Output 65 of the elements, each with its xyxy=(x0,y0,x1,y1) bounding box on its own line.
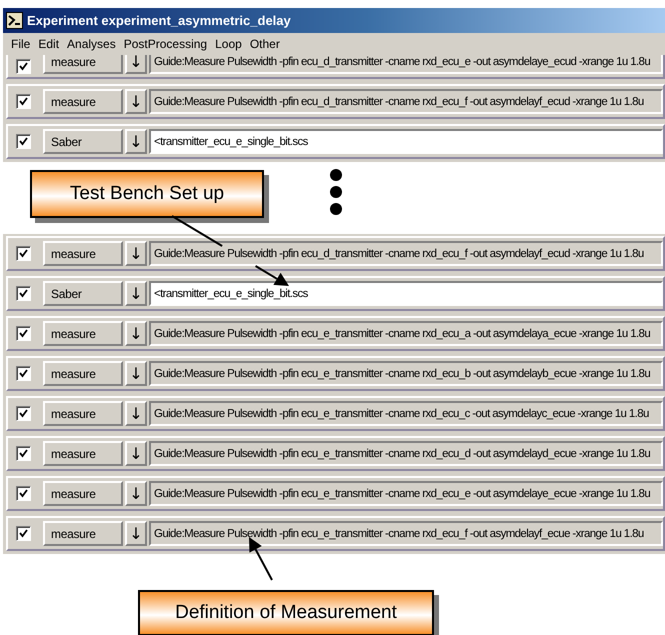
window-title: Experiment experiment_asymmetric_delay xyxy=(27,13,291,28)
tool-button[interactable]: measure xyxy=(43,441,123,466)
arrow-button[interactable]: ↓ xyxy=(125,55,147,74)
tool-button[interactable]: measure xyxy=(43,521,123,546)
tool-button[interactable]: Saber xyxy=(43,281,123,306)
check-icon xyxy=(19,369,28,378)
arrow-button[interactable]: ↓ xyxy=(125,129,147,154)
arrow-button[interactable]: ↓ xyxy=(125,89,147,114)
tool-button[interactable]: measure xyxy=(43,89,123,114)
check-icon xyxy=(19,97,28,106)
command-field[interactable]: Guide:Measure Pulsewidth -pfin ecu_e_transmitter -cname rxd_ecu_d -out asymdelayd_ecue -xrange 1u 1.8u xyxy=(149,441,663,466)
command-field[interactable]: Guide:Measure Pulsewidth -pfin ecu_e_transmitter -cname rxd_ecu_e -out asymdelaye_ecue -xrange 1u 1.8u xyxy=(149,481,663,506)
tool-button[interactable]: measure xyxy=(43,241,123,266)
command-field[interactable]: Guide:Measure Pulsewidth -pfin ecu_d_transmitter -cname rxd_ecu_f -out asymdelayf_ecud -xrange 1u 1.8u xyxy=(149,241,663,266)
arrow-button[interactable]: ↓ xyxy=(125,281,147,306)
check-icon xyxy=(19,137,28,146)
checkbox[interactable] xyxy=(16,94,31,109)
command-field[interactable]: Guide:Measure Pulsewidth -pfin ecu_e_transmitter -cname rxd_ecu_f -out asymdelayf_ecue -xrange 1u 1.8u xyxy=(149,521,663,546)
command-field[interactable]: Guide:Measure Pulsewidth -pfin ecu_d_transmitter -cname rxd_ecu_e -out asymdelaye_ecud -xrange 1u 1.8u xyxy=(149,55,663,74)
checkbox[interactable] xyxy=(16,59,31,74)
menu-item[interactable]: Edit xyxy=(38,37,60,51)
arrow-button[interactable]: ↓ xyxy=(125,401,147,426)
arrow-button[interactable]: ↓ xyxy=(125,441,147,466)
checkbox[interactable] xyxy=(16,366,31,381)
menu-item[interactable]: File xyxy=(11,37,30,51)
app-icon xyxy=(6,12,23,29)
checkbox[interactable] xyxy=(16,246,31,261)
check-icon xyxy=(19,449,28,458)
arrow-button[interactable]: ↓ xyxy=(125,481,147,506)
checkbox[interactable] xyxy=(16,526,31,541)
tool-button[interactable]: measure xyxy=(43,55,123,74)
arrow-button[interactable]: ↓ xyxy=(125,321,147,346)
tool-button[interactable]: measure xyxy=(43,321,123,346)
arrow-button[interactable]: ↓ xyxy=(125,241,147,266)
ellipsis-icon xyxy=(329,168,343,216)
check-icon xyxy=(19,529,28,538)
file-field[interactable]: <transmitter_ecu_e_single_bit.scs xyxy=(149,281,663,306)
command-field[interactable]: Guide:Measure Pulsewidth -pfin ecu_e_transmitter -cname rxd_ecu_c -out asymdelayc_ecue -xrange 1u 1.8u xyxy=(149,401,663,426)
check-icon xyxy=(19,329,28,338)
tool-button[interactable]: measure xyxy=(43,361,123,386)
command-field[interactable]: Guide:Measure Pulsewidth -pfin ecu_d_transmitter -cname rxd_ecu_f -out asymdelayf_ecud -xrange 1u 1.8u xyxy=(149,89,663,114)
command-field[interactable]: Guide:Measure Pulsewidth -pfin ecu_e_transmitter -cname rxd_ecu_a -out asymdelaya_ecue -xrange 1u 1.8u xyxy=(149,321,663,346)
tool-button[interactable]: Saber xyxy=(43,129,123,154)
menu-item[interactable]: PostProcessing xyxy=(124,37,208,51)
menu-item[interactable]: Loop xyxy=(215,37,242,51)
arrow-button[interactable]: ↓ xyxy=(125,361,147,386)
tool-button[interactable]: measure xyxy=(43,401,123,426)
check-icon xyxy=(19,62,28,71)
command-field[interactable]: Guide:Measure Pulsewidth -pfin ecu_e_transmitter -cname rxd_ecu_b -out asymdelayb_ecue -xrange 1u 1.8u xyxy=(149,361,663,386)
file-field[interactable]: <transmitter_ecu_e_single_bit.scs xyxy=(149,129,663,154)
checkbox[interactable] xyxy=(16,486,31,501)
checkbox[interactable] xyxy=(16,326,31,341)
checkbox[interactable] xyxy=(16,406,31,421)
tool-button[interactable]: measure xyxy=(43,481,123,506)
checkbox[interactable] xyxy=(16,134,31,149)
check-icon xyxy=(19,409,28,418)
check-icon xyxy=(19,249,28,258)
check-icon xyxy=(19,289,28,298)
menu-item[interactable]: Other xyxy=(250,37,280,51)
checkbox[interactable] xyxy=(16,286,31,301)
arrow-button[interactable]: ↓ xyxy=(125,521,147,546)
checkbox[interactable] xyxy=(16,446,31,461)
menu-item[interactable]: Analyses xyxy=(67,37,116,51)
pointer-arrow xyxy=(249,537,273,580)
check-icon xyxy=(19,489,28,498)
